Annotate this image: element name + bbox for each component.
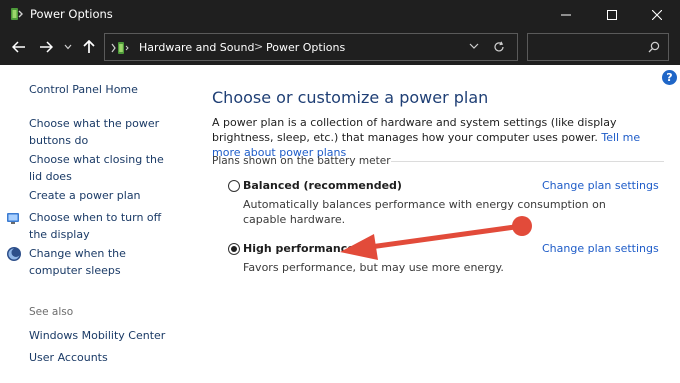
minimize-icon <box>561 14 571 15</box>
arrow-up-icon <box>83 40 95 53</box>
sidebar-item-computer-sleeps[interactable]: Change when the computer sleeps <box>29 245 179 279</box>
search-input[interactable] <box>532 38 642 56</box>
intro-text: A power plan is a collection of hardware… <box>212 115 662 160</box>
address-history-chevron-icon[interactable] <box>469 43 479 50</box>
see-also-heading: See also <box>29 306 74 318</box>
address-bar[interactable]: Hardware and Sound > Power Options <box>104 33 518 61</box>
refresh-icon[interactable] <box>493 41 505 53</box>
window-title: Power Options <box>30 7 113 21</box>
title-bar: Power Options <box>0 0 680 29</box>
search-icon[interactable] <box>648 41 660 53</box>
help-button[interactable]: ? <box>662 70 677 85</box>
high-performance-change-plan-settings-link[interactable]: Change plan settings <box>542 242 659 255</box>
sidebar-item-windows-mobility-center[interactable]: Windows Mobility Center <box>29 327 179 344</box>
high-performance-plan-description: Favors performance, but may use more ene… <box>243 261 504 274</box>
close-button[interactable] <box>634 0 680 29</box>
sidebar-item-power-buttons[interactable]: Choose what the power buttons do <box>29 115 164 149</box>
chevron-down-icon <box>64 44 72 50</box>
maximize-icon <box>607 9 617 20</box>
annotation-arrow-icon <box>340 216 532 260</box>
radio-selected-dot <box>231 246 237 252</box>
forward-button[interactable] <box>37 38 55 56</box>
sleep-moon-icon <box>7 247 21 261</box>
arrow-left-icon <box>12 41 25 53</box>
group-divider <box>391 161 664 162</box>
recent-locations-button[interactable] <box>61 38 75 56</box>
sidebar-item-user-accounts[interactable]: User Accounts <box>29 349 179 366</box>
minimize-button[interactable] <box>543 0 589 29</box>
sidebar-item-control-panel-home[interactable]: Control Panel Home <box>29 81 179 98</box>
search-box[interactable] <box>527 33 669 61</box>
display-power-icon <box>7 213 19 224</box>
high-performance-plan-radio[interactable] <box>228 243 240 255</box>
plans-group-header: Plans shown on the battery meter <box>212 155 391 167</box>
balanced-change-plan-settings-link[interactable]: Change plan settings <box>542 179 659 192</box>
balanced-plan-label[interactable]: Balanced (recommended) <box>243 179 402 192</box>
maximize-button[interactable] <box>589 0 635 29</box>
balanced-plan-radio[interactable] <box>228 180 240 192</box>
intro-description: A power plan is a collection of hardware… <box>212 116 617 144</box>
breadcrumb-separator[interactable]: > <box>254 40 263 53</box>
sidebar-item-create-power-plan[interactable]: Create a power plan <box>29 187 179 204</box>
breadcrumb-hardware-and-sound[interactable]: Hardware and Sound <box>139 41 254 54</box>
sidebar-item-closing-lid[interactable]: Choose what closing the lid does <box>29 151 177 185</box>
breadcrumb-power-options[interactable]: Power Options <box>266 41 345 54</box>
sidebar-item-turn-off-display[interactable]: Choose when to turn off the display <box>29 209 179 243</box>
control-panel-icon <box>111 42 129 54</box>
navigation-bar: Hardware and Sound > Power Options <box>0 29 680 65</box>
close-icon <box>652 9 662 20</box>
up-button[interactable] <box>80 38 98 56</box>
page-title: Choose or customize a power plan <box>212 88 489 107</box>
power-options-icon <box>11 8 23 20</box>
arrow-right-icon <box>40 41 53 53</box>
back-button[interactable] <box>10 38 28 56</box>
sidebar: Control Panel Home Choose what the power… <box>0 65 190 383</box>
